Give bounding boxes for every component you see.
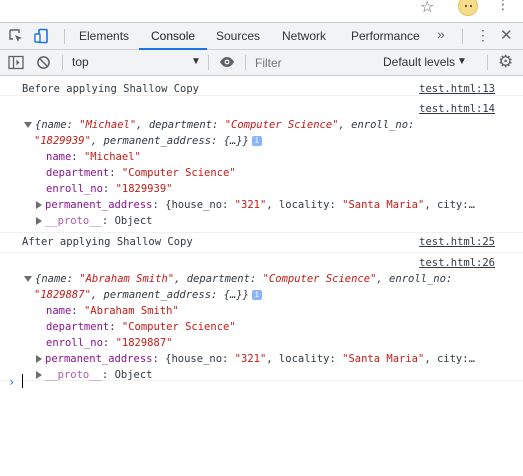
collapse-triangle-icon[interactable] xyxy=(24,276,32,282)
object-property-expandable[interactable]: permanent_address: {house_no: "321", loc… xyxy=(0,351,523,367)
log-levels-dropdown[interactable]: Default levels xyxy=(383,50,455,75)
devtools-menu-icon[interactable]: ⋮ xyxy=(476,27,490,44)
toolbar-separator xyxy=(245,55,246,70)
tab-console[interactable]: Console xyxy=(138,23,208,50)
info-icon[interactable]: i xyxy=(251,136,262,146)
info-icon[interactable]: i xyxy=(251,290,262,300)
console-message: test.html:14 {name: "Michael", departmen… xyxy=(0,101,523,233)
object-property: department: "Computer Science" xyxy=(46,321,236,333)
object-summary[interactable]: {name: "Abraham Smith", department: "Com… xyxy=(0,271,523,287)
context-selector[interactable]: top xyxy=(72,50,89,75)
toolbar-separator xyxy=(208,55,209,70)
object-property-expandable[interactable]: permanent_address: {house_no: "321", loc… xyxy=(0,197,523,213)
console-prompt-icon: › xyxy=(8,375,16,389)
star-icon[interactable]: ☆ xyxy=(420,0,434,16)
close-devtools-icon[interactable]: ✕ xyxy=(500,26,513,44)
console-message: After applying Shallow Copy test.html:25 xyxy=(0,233,523,253)
tab-elements[interactable]: Elements xyxy=(79,23,129,49)
clear-console-icon[interactable] xyxy=(36,55,51,70)
expand-triangle-icon[interactable] xyxy=(36,355,42,363)
tab-performance[interactable]: Performance xyxy=(351,23,420,49)
console-output: Before applying Shallow Copy test.html:1… xyxy=(0,77,523,476)
source-link[interactable]: test.html:14 xyxy=(419,101,495,117)
log-text: Before applying Shallow Copy xyxy=(22,83,200,95)
source-link[interactable]: test.html:13 xyxy=(419,81,495,97)
source-link[interactable]: test.html:25 xyxy=(419,234,495,250)
source-link[interactable]: test.html:26 xyxy=(419,255,495,271)
device-toolbar-icon[interactable] xyxy=(34,28,50,44)
console-message: test.html:26 {name: "Abraham Smith", dep… xyxy=(0,255,523,381)
expand-triangle-icon[interactable] xyxy=(36,371,42,379)
log-text: After applying Shallow Copy xyxy=(22,236,193,248)
object-proto[interactable]: __proto__: Object xyxy=(0,367,523,383)
sidebar-toggle-icon[interactable] xyxy=(8,55,24,70)
context-dropdown-icon[interactable]: ▼ xyxy=(191,52,201,72)
avatar-icon[interactable] xyxy=(458,0,478,16)
inspect-element-icon[interactable] xyxy=(8,28,24,44)
console-toolbar: top ▼ Default levels ▼ ⚙ xyxy=(0,50,523,76)
expand-triangle-icon[interactable] xyxy=(36,201,42,209)
object-summary[interactable]: {name: "Michael", department: "Computer … xyxy=(0,117,523,133)
tab-separator xyxy=(64,29,65,44)
live-expression-eye-icon[interactable] xyxy=(219,56,235,68)
tab-network[interactable]: Network xyxy=(282,23,326,49)
levels-dropdown-icon[interactable]: ▼ xyxy=(457,52,467,72)
console-settings-gear-icon[interactable]: ⚙ xyxy=(498,53,513,71)
object-summary-continued: "1829939", permanent_address: {…}} i xyxy=(0,133,523,149)
browser-top-strip: ☆ ⋮ xyxy=(0,0,523,20)
object-proto[interactable]: __proto__: Object xyxy=(0,213,523,229)
object-property: name: "Michael" xyxy=(46,151,141,163)
console-input-caret[interactable] xyxy=(22,374,23,388)
collapse-triangle-icon[interactable] xyxy=(24,122,32,128)
expand-triangle-icon[interactable] xyxy=(36,217,42,225)
object-property: enroll_no: "1829939" xyxy=(46,183,173,195)
devtools-tab-bar: Elements Console Sources Network Perform… xyxy=(0,22,523,50)
console-message: Before applying Shallow Copy test.html:1… xyxy=(0,77,523,96)
object-property: name: "Abraham Smith" xyxy=(46,305,179,317)
tab-separator xyxy=(462,29,463,44)
toolbar-separator xyxy=(487,55,488,70)
object-property: enroll_no: "1829887" xyxy=(46,337,173,349)
browser-menu-icon[interactable]: ⋮ xyxy=(496,0,510,13)
toolbar-separator xyxy=(62,55,63,70)
object-property: department: "Computer Science" xyxy=(46,167,236,179)
object-summary-continued: "1829887", permanent_address: {…}} i xyxy=(0,287,523,303)
more-tabs-icon[interactable]: » xyxy=(437,26,445,42)
tab-sources[interactable]: Sources xyxy=(216,23,260,49)
filter-input[interactable] xyxy=(255,55,369,70)
